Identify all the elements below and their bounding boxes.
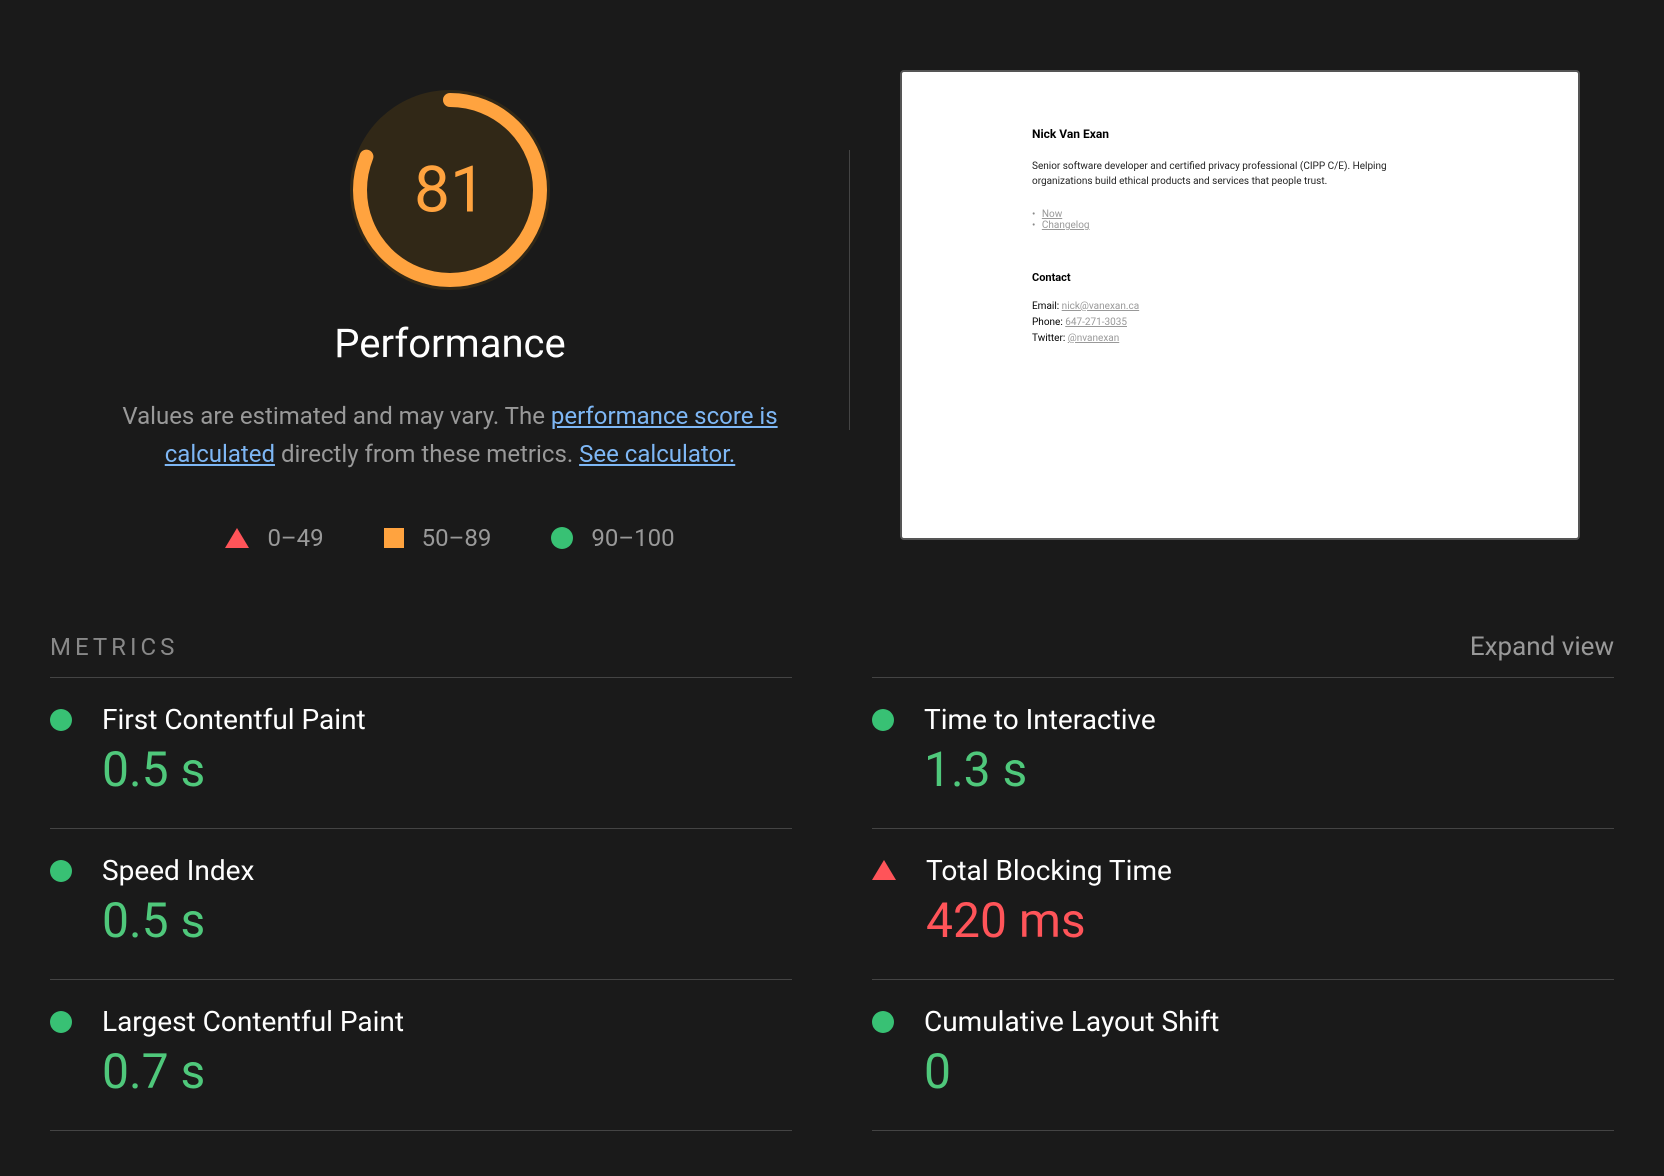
pass-icon [872,1011,894,1033]
pass-icon [872,709,894,731]
legend-fail-label: 0–49 [267,524,323,552]
metric-label: First Contentful Paint [102,703,792,736]
preview-email-label: Email: [1032,301,1062,312]
performance-panel: 81 Performance Values are estimated and … [50,50,850,552]
metric-value: 0 [924,1043,1614,1100]
metrics-col-left: First Contentful Paint 0.5 s Speed Index… [50,677,792,1131]
summary-section: 81 Performance Values are estimated and … [50,50,1614,552]
metric-value: 0.5 s [102,741,792,798]
metric-content: Largest Contentful Paint 0.7 s [102,1005,792,1100]
fail-icon [872,860,896,880]
metric-label: Largest Contentful Paint [102,1005,792,1038]
score-legend: 0–49 50–89 90–100 [225,524,674,552]
metric-content: First Contentful Paint 0.5 s [102,703,792,798]
metric-value: 0.5 s [102,892,792,949]
pass-icon [50,860,72,882]
metric-fcp[interactable]: First Contentful Paint 0.5 s [50,677,792,828]
legend-average: 50–89 [384,524,492,552]
pass-icon [50,1011,72,1033]
desc-prefix: Values are estimated and may vary. The [122,402,551,430]
performance-description: Values are estimated and may vary. The p… [90,397,810,474]
metrics-col-right: Time to Interactive 1.3 s Total Blocking… [872,677,1614,1131]
metric-content: Time to Interactive 1.3 s [924,703,1614,798]
metric-speed-index[interactable]: Speed Index 0.5 s [50,828,792,979]
metric-value: 0.7 s [102,1043,792,1100]
legend-pass-label: 90–100 [591,524,674,552]
preview-link-item: Changelog [1032,220,1448,231]
metrics-header: METRICS Expand view [50,632,1614,662]
metric-label: Time to Interactive [924,703,1614,736]
screenshot-panel: Nick Van Exan Senior software developer … [900,50,1614,552]
metrics-title: METRICS [50,633,178,661]
score-gauge: 81 [350,90,550,290]
preview-phone-row: Phone: 647-271-3035 [1032,315,1448,331]
preview-link-item: Now [1032,209,1448,220]
legend-fail: 0–49 [225,524,323,552]
legend-pass: 90–100 [551,524,674,552]
preview-twitter-row: Twitter: @nvanexan [1032,331,1448,347]
legend-average-label: 50–89 [422,524,492,552]
gauge-score-value: 81 [414,153,486,228]
pass-icon [50,709,72,731]
fail-icon [225,528,249,548]
preview-name: Nick Van Exan [1032,127,1448,141]
preview-link-now: Now [1042,209,1062,220]
performance-title: Performance [334,320,565,367]
metric-content: Total Blocking Time 420 ms [926,854,1614,949]
metrics-grid: First Contentful Paint 0.5 s Speed Index… [50,677,1614,1131]
expand-view-toggle[interactable]: Expand view [1470,632,1614,662]
preview-desc: Senior software developer and certified … [1032,159,1448,189]
preview-links: Now Changelog [1032,209,1448,231]
metric-content: Cumulative Layout Shift 0 [924,1005,1614,1100]
metric-tbt[interactable]: Total Blocking Time 420 ms [872,828,1614,979]
metric-tti[interactable]: Time to Interactive 1.3 s [872,677,1614,828]
preview-contact-heading: Contact [1032,271,1448,284]
metric-cls[interactable]: Cumulative Layout Shift 0 [872,979,1614,1131]
pass-icon [551,527,573,549]
preview-email-row: Email: nick@vanexan.ca [1032,299,1448,315]
desc-middle: directly from these metrics. [275,440,579,468]
link-see-calculator[interactable]: See calculator. [579,440,735,468]
preview-twitter-label: Twitter: [1032,333,1068,344]
metric-label: Total Blocking Time [926,854,1614,887]
page-screenshot: Nick Van Exan Senior software developer … [900,70,1580,540]
metric-lcp[interactable]: Largest Contentful Paint 0.7 s [50,979,792,1131]
preview-contact: Email: nick@vanexan.ca Phone: 647-271-30… [1032,299,1448,347]
metric-label: Cumulative Layout Shift [924,1005,1614,1038]
metric-content: Speed Index 0.5 s [102,854,792,949]
metric-value: 420 ms [926,892,1614,949]
metric-label: Speed Index [102,854,792,887]
metric-value: 1.3 s [924,741,1614,798]
vertical-divider [849,150,850,430]
preview-phone: 647-271-3035 [1065,317,1127,328]
average-icon [384,528,404,548]
preview-phone-label: Phone: [1032,317,1065,328]
preview-link-changelog: Changelog [1042,220,1090,231]
preview-email: nick@vanexan.ca [1062,301,1140,312]
preview-twitter: @nvanexan [1068,333,1119,344]
